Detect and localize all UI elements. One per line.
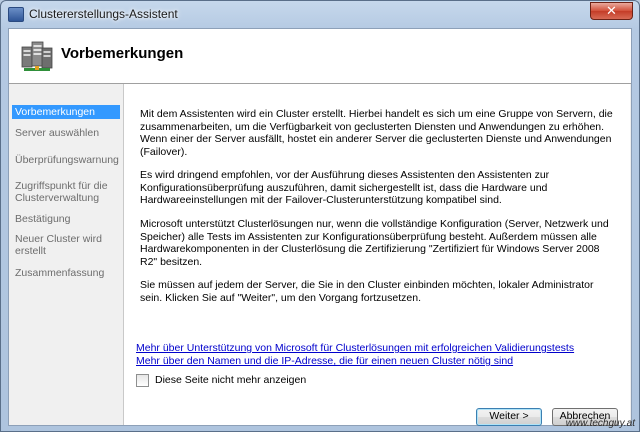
dont-show-again-label[interactable]: Diese Seite nicht mehr anzeigen [155, 374, 306, 386]
sidebar-item-ueberpruefungswarnung[interactable]: Überprüfungswarnung [12, 153, 120, 167]
sidebar-item-server-auswaehlen[interactable]: Server auswählen [12, 126, 120, 140]
wizard-window: Clustererstellungs-Assistent ✕ Vorbemerk… [0, 0, 640, 432]
page-title: Vorbemerkungen [61, 45, 184, 62]
sidebar-item-vorbemerkungen[interactable]: Vorbemerkungen [12, 105, 120, 119]
page-header: Vorbemerkungen [9, 29, 631, 84]
ip-address-link[interactable]: Mehr über den Namen und die IP-Adresse, … [136, 355, 513, 367]
content-panel: Mit dem Assistenten wird ein Cluster ers… [123, 84, 630, 426]
title-bar[interactable]: Clustererstellungs-Assistent ✕ [1, 1, 639, 27]
close-icon: ✕ [606, 3, 617, 18]
wizard-client-area: Vorbemerkungen Vorbemerkungen Server aus… [8, 28, 632, 426]
admin-paragraph: Sie müssen auf jedem der Server, die Sie… [140, 279, 594, 304]
close-button[interactable]: ✕ [590, 2, 633, 20]
window-title: Clustererstellungs-Assistent [29, 7, 178, 21]
dont-show-again-checkbox[interactable] [136, 374, 149, 387]
wizard-steps-sidebar: Vorbemerkungen Server auswählen Überprüf… [9, 84, 123, 425]
sidebar-item-zusammenfassung[interactable]: Zusammenfassung [12, 266, 120, 280]
support-paragraph: Microsoft unterstützt Clusterlösungen nu… [140, 218, 609, 268]
sidebar-item-bestaetigung[interactable]: Bestätigung [12, 212, 120, 226]
sidebar-item-zugriffspunkt[interactable]: Zugriffspunkt für die Clusterverwaltung [12, 179, 120, 205]
button-bar: Weiter > Abbrechen [124, 408, 630, 426]
intro-paragraph: Mit dem Assistenten wird ein Cluster ers… [140, 108, 613, 158]
watermark: www.techguy.at [565, 418, 635, 429]
sidebar-item-neuer-cluster[interactable]: Neuer Cluster wird erstellt [12, 232, 120, 258]
recommendation-paragraph: Es wird dringend empfohlen, vor der Ausf… [140, 169, 550, 206]
support-link[interactable]: Mehr über Unterstützung von Microsoft fü… [136, 342, 574, 354]
next-button[interactable]: Weiter > [476, 408, 542, 426]
app-icon [8, 7, 24, 22]
cluster-servers-icon [21, 41, 53, 71]
